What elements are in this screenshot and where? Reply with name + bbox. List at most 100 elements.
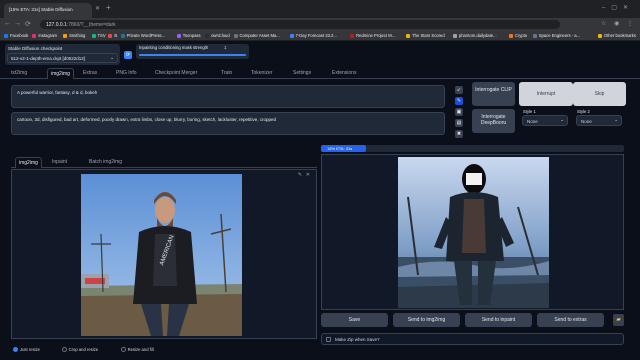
style1-select[interactable]: None ⌄ — [522, 115, 568, 126]
main-tabs: txt2img img2img Extras PNG Info Checkpoint M… — [0, 67, 640, 79]
resize-option[interactable]: Just resize — [13, 347, 40, 352]
tab-settings[interactable]: Settings — [293, 70, 311, 76]
send-to-inpaint-button[interactable]: Send to inpaint — [465, 313, 532, 327]
style2-value: None — [581, 119, 592, 124]
window-controls[interactable]: –▢✕ — [602, 4, 634, 11]
close-tab-icon[interactable]: ✕ — [95, 5, 100, 12]
progress-fill: 15% ETA: 31s — [321, 145, 367, 152]
prompt-text: A powerful warrior, fantasy, d & d, boke… — [17, 90, 98, 95]
interrogate-clip-button[interactable]: Interrogate CLIP — [472, 82, 515, 106]
url-input[interactable]: 127.0.0.1:7860/?__theme=dark — [40, 20, 560, 29]
mask-strength-slider[interactable] — [139, 54, 246, 56]
bookmark-icon — [289, 33, 294, 38]
interrogate-clip-label: Interrogate CLIP — [475, 87, 512, 93]
bookmark-icon — [91, 33, 96, 38]
checkpoint-value: 512-v2-1-depth-ema.ckpt [d0522d12] — [11, 56, 86, 61]
interrupt-label: Interrupt — [536, 91, 556, 97]
tab-extras[interactable]: Extras — [83, 70, 97, 76]
bookmark-item[interactable]: 7-Day Forecast 33.2... — [289, 33, 337, 38]
resize-option-label: Crop and resize — [68, 347, 99, 352]
refresh-checkpoint-button[interactable]: ⟳ — [124, 51, 132, 59]
resize-option[interactable]: Resize and fill — [120, 347, 154, 352]
bookmark-icon — [108, 33, 113, 38]
bookmark-label: Other bookmarks — [603, 33, 636, 38]
subtab-inpaint[interactable]: Inpaint — [52, 159, 67, 165]
save-style-icon[interactable]: ▤ — [455, 119, 463, 127]
bookmark-label: B — [114, 33, 118, 38]
tab-png-info[interactable]: PNG Info — [116, 70, 137, 76]
style2-label: Style 2 — [577, 109, 590, 114]
apply-style-icon[interactable]: ✖ — [455, 130, 463, 138]
subtab-batch-img2img[interactable]: Batch img2img — [89, 159, 122, 165]
checkpoint-label: Stable Diffusion checkpoint — [8, 46, 63, 51]
reload-icon[interactable]: ⟳ — [25, 20, 31, 28]
tab-train[interactable]: Train — [221, 70, 232, 76]
tab-tokenizer[interactable]: Tokenizer — [251, 70, 272, 76]
bookmark-item[interactable]: Instagram — [32, 33, 57, 38]
skip-button[interactable]: Skip — [573, 82, 626, 106]
tab-img2img[interactable]: img2img — [47, 68, 74, 79]
bookmark-item[interactable]: Redmine Project M... — [350, 33, 395, 38]
subtab-img2img[interactable]: img2img — [15, 157, 42, 168]
prompt-input[interactable]: A powerful warrior, fantasy, d & d, boke… — [11, 85, 445, 108]
bookmark-item[interactable]: Private WordPress... — [120, 33, 166, 38]
webui-app: Stable Diffusion checkpoint 512-v2-1-dep… — [0, 41, 640, 360]
bookmark-item[interactable]: Crypto — [508, 33, 527, 38]
resize-mode-group: Just resize Crop and resize Resize and fil… — [11, 346, 317, 356]
interrupt-button[interactable]: Interrupt — [519, 82, 573, 106]
bookmark-item[interactable]: phantom.dailydate... — [452, 33, 497, 38]
bookmark-item[interactable]: Toonpass — [176, 33, 201, 38]
bookmark-item[interactable]: The Stars Scored — [406, 33, 445, 38]
tab-checkpoint-merger[interactable]: Checkpoint Merger — [155, 70, 197, 76]
folder-icon[interactable]: ▰ — [613, 314, 624, 326]
bookmark-icon — [4, 33, 8, 38]
output-photo-svg — [398, 157, 549, 308]
bookmark-item[interactable]: B — [108, 33, 117, 38]
output-gallery[interactable] — [321, 154, 624, 310]
extra-networks-icon[interactable]: ▣ — [455, 108, 463, 116]
bookmark-label: Instagram — [38, 33, 58, 38]
bookmark-label: phantom.dailydate... — [458, 33, 497, 38]
bookmark-icon — [120, 33, 125, 38]
extensions-icons[interactable]: ☆ ◉ ⋮ — [601, 20, 636, 27]
bookmark-item[interactable]: Smithing — [63, 33, 85, 38]
url-host: 127.0.0.1 — [46, 22, 67, 28]
tab-extensions[interactable]: Extensions — [332, 70, 356, 76]
chevron-down-icon: ⌄ — [614, 117, 618, 122]
new-tab-icon[interactable]: + — [106, 3, 111, 12]
save-button[interactable]: Save — [321, 313, 388, 327]
browser-tab-active[interactable]: [15% ETA: 31s] Stable Diffusion — [4, 3, 92, 18]
radio-icon — [61, 347, 67, 352]
output-image — [398, 157, 549, 308]
mask-strength-value[interactable]: 1 — [224, 45, 226, 50]
bookmark-item[interactable]: Computer Asset Ma... — [233, 33, 280, 38]
bookmark-icon — [532, 33, 537, 38]
back-icon[interactable]: ← — [4, 20, 11, 27]
input-image-panel[interactable]: AMERICAN ✎ ✕ — [11, 169, 317, 339]
negative-prompt-input[interactable]: cartoon, 3d, disfigured, bad art, deform… — [11, 112, 445, 135]
bookmark-item[interactable]: Other bookmarks — [597, 33, 636, 38]
trash-prompt-icon[interactable]: ✎ — [455, 97, 463, 105]
make-zip-checkbox[interactable] — [326, 337, 331, 342]
bookmark-icon — [508, 33, 513, 38]
slider-fill — [139, 54, 246, 56]
resize-option[interactable]: Crop and resize — [61, 347, 99, 352]
output-buttons-row: Save Send to img2img Send to inpaint Send t… — [321, 313, 624, 327]
tab-txt2img[interactable]: txt2img — [11, 70, 27, 76]
bookmark-label: Private WordPress... — [126, 33, 166, 38]
edit-image-icon[interactable]: ✎ — [298, 172, 302, 178]
interrogate-deepbooru-button[interactable]: Interrogate DeepBooru — [472, 109, 515, 133]
forward-icon[interactable]: → — [14, 20, 21, 27]
bookmark-item[interactable]: ownCloud — [205, 33, 230, 38]
send-to-extras-button[interactable]: Send to extras — [537, 313, 604, 327]
checkpoint-select[interactable]: 512-v2-1-depth-ema.ckpt [d0522d12] ⌄ — [7, 53, 118, 63]
clear-image-icon[interactable]: ✕ — [306, 172, 310, 178]
img2img-sub-tabs: img2img Inpaint Batch img2img — [11, 156, 317, 168]
bookmark-icon — [350, 33, 355, 38]
style2-select[interactable]: None ⌄ — [576, 115, 622, 126]
bookmark-item[interactable]: Space Engineers - a... — [532, 33, 580, 38]
bookmark-item[interactable]: Facebook — [4, 33, 28, 38]
paste-icon[interactable]: ↙ — [455, 86, 463, 94]
bookmark-item[interactable]: TSV — [91, 33, 106, 38]
send-to-img2img-button[interactable]: Send to img2img — [393, 313, 460, 327]
